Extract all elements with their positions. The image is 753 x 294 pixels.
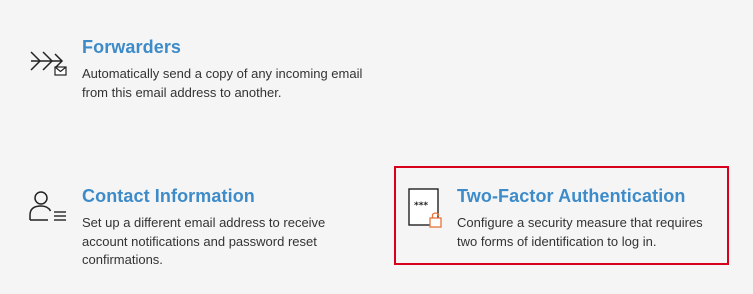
forward-mail-icon <box>28 42 70 85</box>
contact-information-description: Set up a different email address to rece… <box>82 215 326 267</box>
contact-information-title[interactable]: Contact Information <box>82 186 255 207</box>
two-factor-lock-icon: *** <box>406 188 446 235</box>
svg-text:***: *** <box>414 201 428 211</box>
forwarders-title[interactable]: Forwarders <box>82 37 181 58</box>
two-factor-authentication-title[interactable]: Two-Factor Authentication <box>457 186 685 207</box>
two-factor-authentication-description: Configure a security measure that requir… <box>457 215 703 249</box>
forwarders-description: Automatically send a copy of any incomin… <box>82 66 363 100</box>
contact-person-icon <box>28 190 70 233</box>
